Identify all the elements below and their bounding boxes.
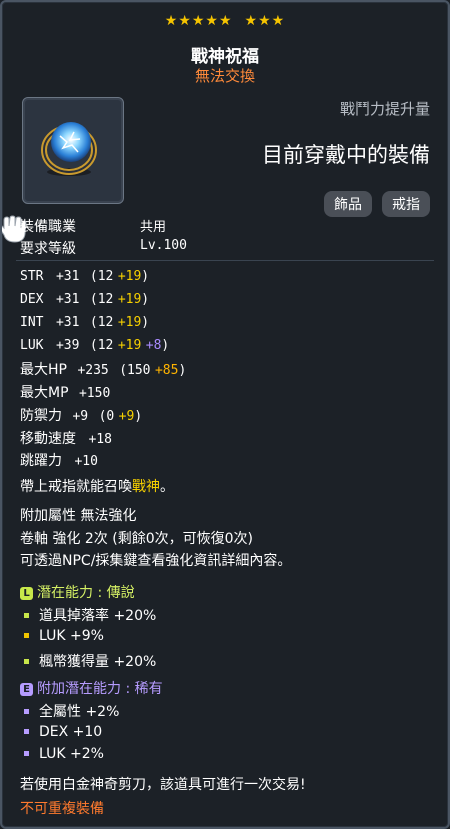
stat-str-close: ) <box>141 269 150 284</box>
additional-potential-line-2-text: DEX +10 <box>39 724 103 740</box>
stat-jump-name: 跳躍力 <box>20 453 62 469</box>
stat-defense-name: 防禦力 <box>20 408 62 424</box>
item-name: 戰神祝福 <box>191 47 259 67</box>
bullet-icon <box>24 658 29 664</box>
summon-text-suffix: 。 <box>160 479 174 495</box>
bullet-icon <box>24 632 29 638</box>
category-tag-ring: 戒指 <box>382 191 430 217</box>
potential-line-2: LUK +9% <box>20 628 104 644</box>
additional-potential-line-3-text: LUK +2% <box>39 746 104 762</box>
star-force-right: ★★★ <box>244 13 286 29</box>
additional-potential-header: E 附加潛在能力 : 稀有 <box>20 678 163 698</box>
upgrade-hint: 可透過NPC/採集鍵查看強化資訊詳細內容。 <box>20 553 292 569</box>
stat-int-close: ) <box>141 315 150 330</box>
stat-mp-name: 最大MP <box>20 385 69 401</box>
currently-equipped-label: 目前穿戴中的裝備 <box>262 143 430 167</box>
stat-hp-total: +235 <box>77 363 109 378</box>
summon-text-prefix: 帶上戒指就能召喚 <box>20 479 132 495</box>
no-duplicate-equip-note: 不可重複裝備 <box>20 801 104 817</box>
divider <box>16 260 434 261</box>
ring-icon <box>41 122 97 176</box>
potential-header: L 潛在能力 : 傳說 <box>20 582 135 602</box>
item-icon-frame <box>22 97 124 204</box>
potential-line-1: 道具掉落率 +20% <box>20 605 156 625</box>
summon-description: 帶上戒指就能召喚戰神。 <box>20 476 174 496</box>
stat-defense-total: +9 <box>72 409 89 424</box>
stat-str-base: (12 <box>89 269 114 284</box>
stat-hp-close: ) <box>178 363 187 378</box>
star-force-rating: ★★★★★ ★★★ <box>2 10 448 29</box>
stat-luk-bonus: +19 <box>117 338 142 353</box>
potential-line-2-text: LUK +9% <box>39 628 104 644</box>
bullet-icon <box>24 750 29 756</box>
stat-speed: 移動速度 +18 <box>20 428 112 448</box>
untradeable-label: 無法交換 <box>194 67 255 85</box>
stat-int-total: +31 <box>55 315 80 330</box>
additional-potential-line-3: LUK +2% <box>20 746 104 762</box>
stat-luk-bonus2: +8 <box>145 338 162 353</box>
job-requirement-value: 共用 <box>140 220 167 235</box>
stat-speed-total: +18 <box>88 432 112 447</box>
legendary-badge-icon: L <box>20 587 33 600</box>
additional-potential-label: 附加潛在能力 : 稀有 <box>37 681 163 697</box>
stat-hp: 最大HP +235 (150 +85) <box>20 359 186 379</box>
stat-int-bonus: +19 <box>117 315 142 330</box>
star-force-left: ★★★★★ <box>164 13 233 29</box>
stat-str: STR +31 (12 +19) <box>20 268 149 284</box>
additional-potential-line-1-text: 全屬性 +2% <box>39 704 120 720</box>
stat-dex-base: (12 <box>89 292 114 307</box>
stat-dex: DEX +31 (12 +19) <box>20 291 149 307</box>
level-requirement-value: Lv.100 <box>140 238 187 253</box>
potential-label: 潛在能力 : 傳說 <box>37 585 135 601</box>
stat-jump-total: +10 <box>74 454 98 469</box>
category-tag-accessory: 飾品 <box>324 191 372 217</box>
summon-text-highlight: 戰神 <box>132 479 160 495</box>
stat-int-name: INT <box>20 315 44 330</box>
stat-dex-bonus: +19 <box>117 292 142 307</box>
item-tooltip: ★★★★★ ★★★ 戰神祝福 無法交換 戰鬥力提升量 目前穿戴中的裝備 飾品 戒指 <box>0 0 450 829</box>
stat-str-bonus: +19 <box>117 269 142 284</box>
stat-dex-close: ) <box>141 292 150 307</box>
additional-potential-line-1: 全屬性 +2% <box>20 701 119 721</box>
stat-int-base: (12 <box>89 315 114 330</box>
potential-line-1-text: 道具掉落率 +20% <box>39 608 157 624</box>
level-requirement-label: 要求等級 <box>20 241 76 257</box>
extra-attribute: 附加屬性 無法強化 <box>20 508 137 524</box>
stat-int: INT +31 (12 +19) <box>20 314 149 330</box>
stat-dex-name: DEX <box>20 292 44 307</box>
stat-luk-close: ) <box>161 338 170 353</box>
stat-hp-name: 最大HP <box>20 362 67 378</box>
potential-line-3: 楓幣獲得量 +20% <box>20 651 156 671</box>
stat-defense-base: (0 <box>98 409 115 424</box>
platinum-scissors-note: 若使用白金神奇剪刀，該道具可進行一次交易! <box>20 777 306 793</box>
bullet-icon <box>24 612 29 618</box>
scroll-upgrade-info: 卷軸 強化 2次 (剩餘0次，可恢復0次) <box>20 531 253 547</box>
stat-luk: LUK +39 (12 +19 +8) <box>20 337 169 353</box>
stat-defense: 防禦力 +9 (0 +9) <box>20 405 142 425</box>
stat-luk-total: +39 <box>55 338 80 353</box>
stat-luk-name: LUK <box>20 338 44 353</box>
stat-mp-total: +150 <box>78 386 111 401</box>
job-requirement: 裝備職業 共用 <box>20 216 166 236</box>
stat-dex-total: +31 <box>55 292 80 307</box>
stat-str-name: STR <box>20 269 44 284</box>
stat-jump: 跳躍力 +10 <box>20 450 98 470</box>
job-requirement-label: 裝備職業 <box>20 219 76 235</box>
stat-luk-base: (12 <box>89 338 114 353</box>
stat-defense-bonus: +9 <box>118 409 135 424</box>
potential-line-3-text: 楓幣獲得量 +20% <box>39 654 157 670</box>
additional-potential-line-2: DEX +10 <box>20 724 102 740</box>
stat-str-total: +31 <box>55 269 80 284</box>
combat-power-label: 戰鬥力提升量 <box>339 100 430 118</box>
stat-hp-bonus: +85 <box>154 363 179 378</box>
bullet-icon <box>24 708 29 714</box>
stat-hp-base: (150 <box>119 363 151 378</box>
epic-badge-icon: E <box>20 683 33 696</box>
level-requirement: 要求等級 Lv.100 <box>20 238 187 258</box>
stat-speed-name: 移動速度 <box>20 431 76 447</box>
bullet-icon <box>24 728 29 734</box>
stat-defense-close: ) <box>134 409 143 424</box>
stat-mp: 最大MP +150 <box>20 382 110 402</box>
